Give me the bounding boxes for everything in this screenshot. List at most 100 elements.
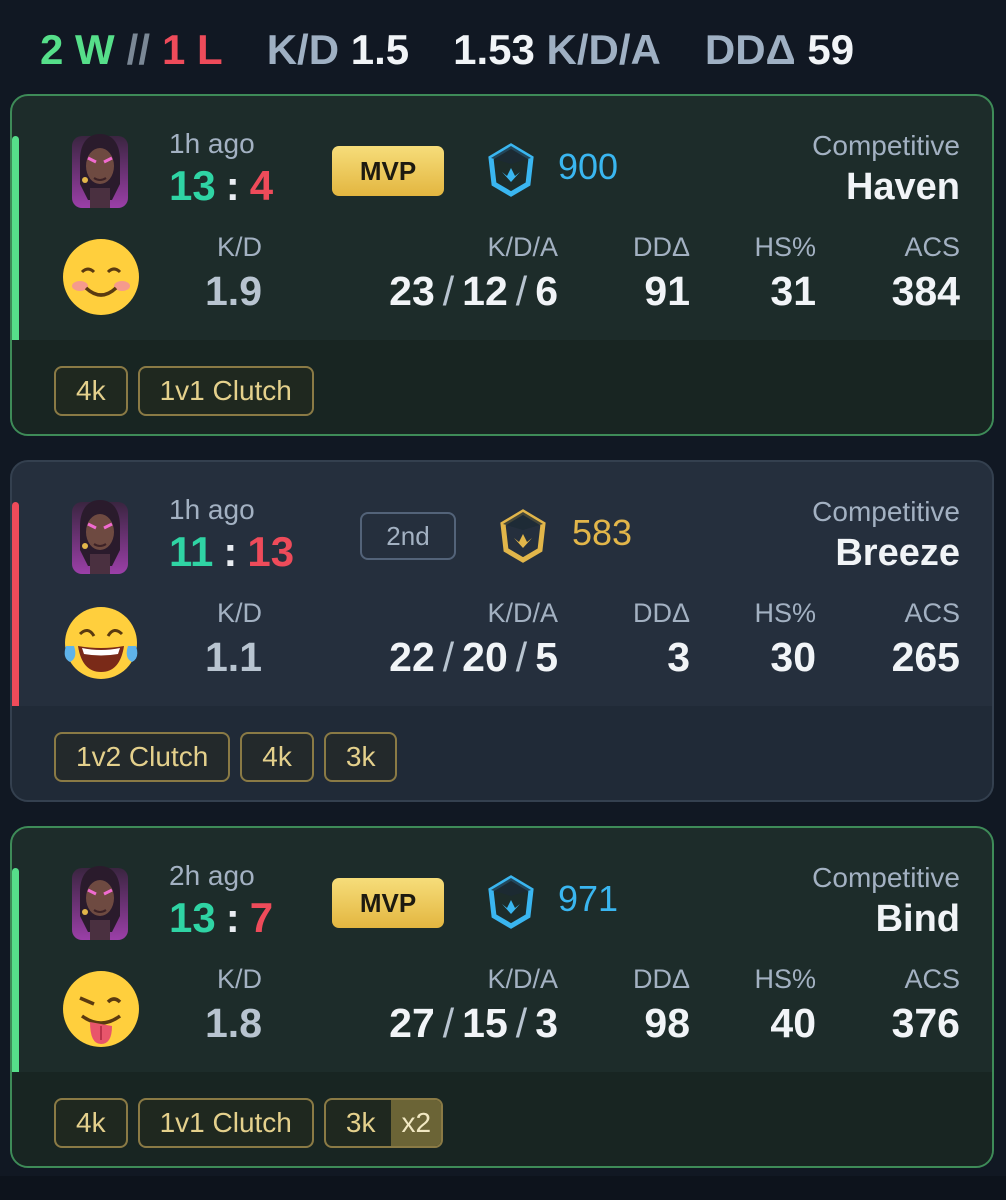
highlight-tags: 4k 1v1 Clutch 3k x2 <box>54 1098 444 1148</box>
score-team: 11 <box>169 528 214 575</box>
score-enemy: 4 <box>249 162 274 209</box>
stat-acs-label: ACS <box>904 598 960 628</box>
rank-icon <box>498 508 548 564</box>
summary-dd-value: 59 <box>807 26 855 73</box>
kills-value: 23 <box>389 268 435 314</box>
mvp-badge: MVP <box>332 146 444 196</box>
highlight-tag-label: 3k <box>345 1107 376 1138</box>
score-team: 13 <box>169 162 216 209</box>
match-card[interactable]: 1h ago 13:4 MVP 900 Competitive Haven K/D 1.9 K… <box>10 94 994 436</box>
stat-hs-label: HS% <box>754 232 816 262</box>
stat-dd-value: 3 <box>667 634 690 680</box>
match-time-ago: 2h ago <box>169 860 255 891</box>
score-enemy: 13 <box>247 528 295 575</box>
assists-value: 6 <box>535 268 558 314</box>
rank-rating-value: 583 <box>572 512 633 553</box>
summary-dd-label: DDΔ <box>704 26 796 73</box>
rank-rating-value: 971 <box>558 878 619 919</box>
stat-acs-value: 265 <box>891 634 960 680</box>
summary-kda-value: 1.53 <box>453 26 535 73</box>
stat-kd-value: 1.1 <box>205 634 262 680</box>
stat-kda-value: 22/20/5 <box>389 634 558 681</box>
summary-losses: 1 L <box>162 26 223 73</box>
highlight-tag-label: 4k <box>76 1107 106 1138</box>
score-separator: : <box>225 162 240 209</box>
stat-acs-value: 376 <box>891 1000 960 1046</box>
stat-kda-value: 27/15/3 <box>389 1000 558 1047</box>
highlight-tag[interactable]: 1v2 Clutch <box>54 732 231 782</box>
match-score: 13:4 <box>169 162 273 210</box>
game-mode: Competitive <box>812 496 960 527</box>
rank-rating-value: 900 <box>558 146 619 187</box>
highlight-tag-label: 4k <box>76 375 106 406</box>
stat-kda-label: K/D/A <box>487 598 558 628</box>
assists-value: 5 <box>535 634 558 680</box>
deaths-value: 15 <box>462 1000 508 1046</box>
stat-dd-value: 91 <box>644 268 690 314</box>
kda-separator: / <box>442 268 455 314</box>
map-name: Breeze <box>835 532 960 574</box>
stat-kd-label: K/D <box>216 964 262 994</box>
stat-acs-value: 384 <box>891 268 960 314</box>
summary-kda-label: K/D/A <box>546 26 661 73</box>
session-summary: 2 W // 1 L K/D 1.5 1.53 K/D/A DDΔ 59 <box>40 26 854 74</box>
kills-value: 27 <box>389 1000 435 1046</box>
highlight-tag-label: 1v2 Clutch <box>76 741 209 772</box>
highlight-tag[interactable]: 3k <box>323 732 398 782</box>
tears-of-joy-icon <box>60 602 142 684</box>
map-name: Haven <box>845 166 960 208</box>
bottom-nav-strip <box>0 1176 1006 1200</box>
kda-separator: / <box>515 1000 528 1046</box>
rank-icon <box>486 874 536 930</box>
summary-kd-label: K/D <box>266 26 340 73</box>
deaths-value: 12 <box>462 268 508 314</box>
highlight-tag[interactable]: 4k <box>54 366 128 416</box>
highlight-tag[interactable]: 1v1 Clutch <box>137 366 314 416</box>
stat-kd-label: K/D <box>216 598 262 628</box>
assists-value: 3 <box>535 1000 558 1046</box>
highlight-tag[interactable]: 1v1 Clutch <box>137 1098 314 1148</box>
score-enemy: 7 <box>249 894 274 941</box>
agent-avatar-icon <box>68 494 132 574</box>
stat-kda-label: K/D/A <box>487 964 558 994</box>
winking-tongue-icon <box>60 968 142 1050</box>
stat-dd-label: DDΔ <box>632 598 690 628</box>
summary-separator: // <box>126 26 151 73</box>
stat-dd-value: 98 <box>644 1000 690 1046</box>
stat-dd-label: DDΔ <box>632 232 690 262</box>
highlight-tags: 4k 1v1 Clutch <box>54 366 314 416</box>
match-card[interactable]: 2h ago 13:7 MVP 971 Competitive Bind K/D 1.8 K/… <box>10 826 994 1168</box>
stat-kd-value: 1.9 <box>205 268 262 314</box>
stat-hs-value: 40 <box>770 1000 816 1046</box>
match-time-ago: 1h ago <box>169 128 255 159</box>
highlight-tag[interactable]: 4k <box>54 1098 128 1148</box>
stat-acs-label: ACS <box>904 232 960 262</box>
stat-kd-label: K/D <box>216 232 262 262</box>
stat-hs-label: HS% <box>754 598 816 628</box>
kda-separator: / <box>442 1000 455 1046</box>
stat-dd-label: DDΔ <box>632 964 690 994</box>
stat-kda-value: 23/12/6 <box>389 268 558 315</box>
highlight-tag-label: 1v1 Clutch <box>159 1107 292 1138</box>
score-separator: : <box>223 528 238 575</box>
stat-hs-value: 30 <box>770 634 816 680</box>
highlight-tag[interactable]: 4k <box>240 732 314 782</box>
match-card[interactable]: 1h ago 11:13 2nd 583 Competitive Breeze K/D 1.… <box>10 460 994 802</box>
map-name: Bind <box>875 898 960 940</box>
stat-kd-value: 1.8 <box>205 1000 262 1046</box>
mvp-badge: MVP <box>332 878 444 928</box>
stat-hs-value: 31 <box>770 268 816 314</box>
highlight-tags: 1v2 Clutch 4k 3k <box>54 732 398 782</box>
placement-badge: 2nd <box>360 512 456 560</box>
match-score: 13:7 <box>169 894 273 942</box>
match-score: 11:13 <box>169 528 294 576</box>
kda-separator: / <box>515 268 528 314</box>
highlight-tag[interactable]: 3k x2 <box>323 1098 444 1148</box>
game-mode: Competitive <box>812 862 960 893</box>
agent-avatar-icon <box>68 128 132 208</box>
kda-separator: / <box>442 634 455 680</box>
summary-kd-value: 1.5 <box>350 26 410 73</box>
kills-value: 22 <box>389 634 435 680</box>
highlight-tag-label: 4k <box>262 741 292 772</box>
score-separator: : <box>225 894 240 941</box>
